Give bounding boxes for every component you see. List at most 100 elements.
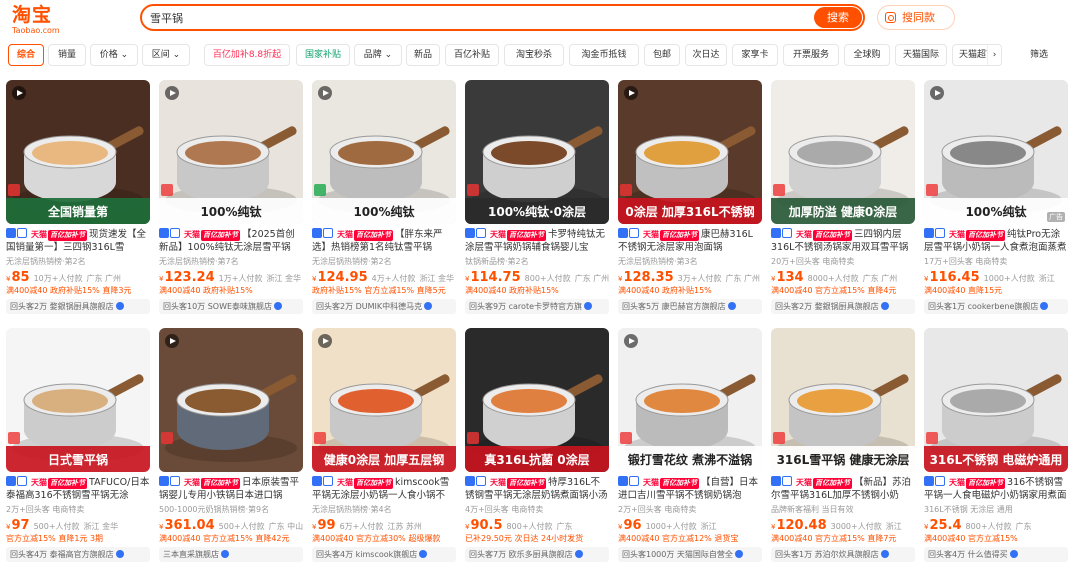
filter-chip[interactable]: 家享卡 [732, 44, 778, 66]
product-title[interactable]: 天猫百亿加补节纯钛Pro无涂层雪平锅小奶锅一人食煮泡面蒸煮一体宝 [924, 228, 1068, 254]
filter-chip[interactable]: 品牌 ⌄ [354, 44, 402, 66]
product-card[interactable]: 100%纯钛·0涂层 天猫 百亿加补节 卡罗特纯钛无涂层雪平锅奶锅辅食锅婴儿宝 钛锅新… [465, 80, 609, 316]
subsidy-tag: 百亿加补节 [507, 478, 547, 489]
product-image[interactable]: 100%纯钛 [159, 80, 303, 224]
promo-text: 满400减40 直降15元 [924, 286, 1003, 295]
image-label: 100%纯钛·0涂层 [488, 204, 586, 219]
filter-chip[interactable]: 新品 [406, 44, 440, 66]
product-image[interactable]: 100%纯钛 广告 [924, 80, 1068, 224]
search-button[interactable]: 搜索 [814, 7, 862, 28]
price: 128.35 [623, 270, 674, 285]
filter-chip[interactable]: 综合 [8, 44, 44, 66]
product-card[interactable]: 日式雪平锅 天猫 百亿加补节 TAFUCO/日本泰福高316不锈钢雪平锅无涂 2万+回… [6, 328, 150, 564]
product-image[interactable]: 316L雪平锅 健康无涂层 [771, 328, 915, 472]
shop-link[interactable]: 回头客1万 cookerbene旗舰店 [924, 299, 1068, 314]
shop-link[interactable]: 回头客9万 carote卡罗特官方旗 [465, 299, 609, 314]
filter-chip[interactable]: 开票服务 [783, 44, 839, 66]
product-title[interactable]: 天猫 百亿加补节 日本原装雪平锅婴儿专用小铁锅日本进口锅 [159, 476, 303, 502]
video-play-icon[interactable] [930, 86, 944, 100]
chevron-right-icon[interactable]: › [987, 45, 1001, 65]
product-title[interactable]: 天猫 百亿加补节 康巴赫316L不锈钢无涂层家用泡面锅 [618, 228, 762, 254]
checkbox-icon [323, 228, 333, 238]
video-play-icon[interactable] [165, 86, 179, 100]
filter-chip[interactable]: 次日达 [685, 44, 727, 66]
product-card[interactable]: 天猫 百亿加补节 日本原装雪平锅婴儿专用小铁锅日本进口锅 500-1000元奶锅热销榜… [159, 328, 303, 564]
shop-link[interactable]: 回头客1万 苏泊尔炊具旗舰店 [771, 547, 915, 562]
shop-link[interactable]: 回头客2万 婺銀锅厨具旗舰店 [6, 299, 150, 314]
product-title[interactable]: 天猫 百亿加补节 现货速发【全国销量第一】三四钢316L雪 [6, 228, 150, 254]
location: 浙江 [700, 522, 717, 531]
video-play-icon[interactable] [624, 86, 638, 100]
product-title[interactable]: 天猫 百亿加补节 TAFUCO/日本泰福高316不锈钢雪平锅无涂 [6, 476, 150, 502]
product-card[interactable]: 316L雪平锅 健康无涂层 天猫 百亿加补节 【新品】苏泊尔雪平锅316L加厚不锈钢… [771, 328, 915, 564]
filter-chip[interactable]: 天猫国际 [895, 44, 947, 66]
product-title[interactable]: 天猫 百亿加补节 【自营】日本进口吉川雪平锅不锈钢奶锅泡 [618, 476, 762, 502]
video-play-icon[interactable] [318, 86, 332, 100]
search-input[interactable]: 雪平锅 [150, 10, 183, 26]
filter-chip[interactable]: 筛选 [1016, 44, 1062, 66]
product-title[interactable]: 天猫 百亿加补节 三四钢内层316L不锈钢汤锅家用双耳雪平锅 [771, 228, 915, 254]
product-card[interactable]: 真316L抗菌 0涂层 天猫 百亿加补节 特厚316L不锈钢雪平锅无涂层奶锅煮面锅小… [465, 328, 609, 564]
filter-chip[interactable]: 淘金币抵钱 [569, 44, 639, 66]
product-image[interactable] [159, 328, 303, 472]
filter-chip[interactable]: 区间 ⌄ [142, 44, 190, 66]
product-title[interactable]: 天猫 百亿加补节 特厚316L不锈钢雪平锅无涂层奶锅煮面锅小汤 [465, 476, 609, 502]
product-card[interactable]: 100%纯钛 天猫 百亿加补节 【胖东来严选】热销榜第1名纯钛雪平锅 无涂层锅热销榜·… [312, 80, 456, 316]
taobao-logo[interactable]: 淘宝 Taobao.com [12, 4, 72, 36]
product-image[interactable]: 加厚防溢 健康0涂层 [771, 80, 915, 224]
filter-chip[interactable]: 全球购 [844, 44, 890, 66]
filter-chip[interactable]: 淘宝秒杀 [504, 44, 564, 66]
filter-chip[interactable]: 百亿补贴 [445, 44, 499, 66]
product-card[interactable]: 100%纯钛广告 天猫百亿加补节纯钛Pro无涂层雪平锅小奶锅一人食煮泡面蒸煮一体… [924, 80, 1068, 316]
shop-link[interactable]: 回头客4万 泰福高官方旗舰店 [6, 547, 150, 562]
video-play-icon[interactable] [12, 86, 26, 100]
shop-link[interactable]: 回头客5万 康巴赫官方旗舰店 [618, 299, 762, 314]
product-image[interactable]: 0涂层 加厚316L不锈钢 [618, 80, 762, 224]
product-card[interactable]: 健康0涂层 加厚五层钢 天猫 百亿加补节 kimscook雪平锅无涂层小奶锅一人食小… [312, 328, 456, 564]
product-image[interactable]: 健康0涂层 加厚五层钢 [312, 328, 456, 472]
filter-chip[interactable]: 销量 [48, 44, 86, 66]
product-card[interactable]: 全国销量第 天猫 百亿加补节 现货速发【全国销量第一】三四钢316L雪 无涂层锅热销榜… [6, 80, 150, 316]
product-image[interactable]: 锻打雪花纹 煮沸不溢锅 [618, 328, 762, 472]
filter-chip[interactable]: 国家补贴 [296, 44, 350, 66]
product-title[interactable]: 天猫 百亿加补节 kimscook雪平锅无涂层小奶锅一人食小锅不 [312, 476, 456, 502]
filter-label: 包邮 [652, 50, 671, 60]
product-title[interactable]: 天猫百亿加补节316不锈钢雪平锅一人食电磁炉小奶锅家用煮面锅 [924, 476, 1068, 502]
product-image[interactable]: 100%纯钛·0涂层 [465, 80, 609, 224]
shop-link[interactable]: 回头客10万 SOWE泰味旗舰店 [159, 299, 303, 314]
tmall-tag: 天猫 [184, 230, 201, 239]
filter-chip[interactable]: 价格 ⌄ [90, 44, 138, 66]
shop-link[interactable]: 回头客7万 欧乐多厨具旗舰店 [465, 547, 609, 562]
filter-chip[interactable]: 百亿加补8.8折起 [204, 44, 290, 66]
filter-chip[interactable]: 包邮 [644, 44, 680, 66]
shop-link[interactable]: 回头客4万 什么值得买 [924, 547, 1068, 562]
product-image[interactable]: 真316L抗菌 0涂层 [465, 328, 609, 472]
shop-link[interactable]: 回头客2万 DUMIK中科德马克 [312, 299, 456, 314]
product-title[interactable]: 天猫 百亿加补节 【2025首创新品】100%纯钛无涂层雪平锅 [159, 228, 303, 254]
product-title[interactable]: 天猫 百亿加补节 【新品】苏泊尔雪平锅316L加厚不锈钢小奶 [771, 476, 915, 502]
product-title[interactable]: 天猫 百亿加补节 【胖东来严选】热销榜第1名纯钛雪平锅 [312, 228, 456, 254]
product-image[interactable]: 全国销量第 [6, 80, 150, 224]
product-image[interactable]: 日式雪平锅 [6, 328, 150, 472]
video-play-icon[interactable] [165, 334, 179, 348]
product-card[interactable]: 加厚防溢 健康0涂层 天猫 百亿加补节 三四钢内层316L不锈钢汤锅家用双耳雪平锅 2… [771, 80, 915, 316]
shop-link[interactable]: 回头客2万 婺銀锅厨具旗舰店 [771, 299, 915, 314]
video-play-icon[interactable] [624, 334, 638, 348]
product-image[interactable]: 100%纯钛 [312, 80, 456, 224]
video-play-icon[interactable] [318, 334, 332, 348]
photo-search-button[interactable]: 搜同款 [877, 5, 955, 30]
product-card[interactable]: 0涂层 加厚316L不锈钢 天猫 百亿加补节 康巴赫316L不锈钢无涂层家用泡面锅无… [618, 80, 762, 316]
location: 广东 广州 [725, 274, 760, 283]
filter-label: 百亿加补8.8折起 [212, 50, 282, 60]
product-image[interactable]: 316L不锈钢 电磁炉通用 [924, 328, 1068, 472]
filter-chip[interactable]: 天猫超市 › [952, 44, 1002, 66]
shop-link[interactable]: 三本直采旗舰店 [159, 547, 303, 562]
product-card[interactable]: 锻打雪花纹 煮沸不溢锅 天猫 百亿加补节 【自营】日本进口吉川雪平锅不锈钢奶锅泡 2万… [618, 328, 762, 564]
product-card[interactable]: 316L不锈钢 电磁炉通用 天猫 百亿加补节 316不锈钢雪平锅一人食电磁炉小奶锅家… [924, 328, 1068, 564]
shop-link[interactable]: 回头客1000万 天猫国际自营全 [618, 547, 762, 562]
shop-link[interactable]: 回头客4万 kimscook旗舰店 [312, 547, 456, 562]
sales-count: 800+人付款 [506, 522, 553, 531]
product-card[interactable]: 100%纯钛 天猫 百亿加补节 【2025首创新品】100%纯钛无涂层雪平锅 无涂层锅… [159, 80, 303, 316]
product-title[interactable]: 天猫 百亿加补节 卡罗特纯钛无涂层雪平锅奶锅辅食锅婴儿宝 [465, 228, 609, 254]
tmall-tag: 天猫 [184, 478, 201, 487]
